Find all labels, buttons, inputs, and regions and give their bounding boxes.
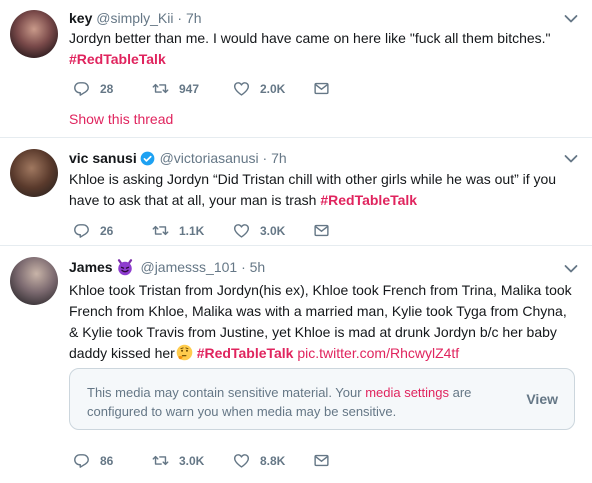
tweet-3[interactable]: James @jamesss_101 · 5h Khloe took Trist… — [0, 246, 592, 483]
media-settings-link[interactable]: media settings — [365, 385, 449, 400]
avatar[interactable] — [10, 257, 58, 305]
reply-button[interactable]: 86 — [73, 452, 113, 469]
retweet-button[interactable]: 947 — [152, 80, 199, 97]
caret-down-icon[interactable] — [564, 14, 578, 24]
like-icon — [233, 222, 250, 239]
reply-icon — [73, 452, 90, 469]
tweet-2[interactable]: vic sanusi @victoriasanusi · 7h Khloe is… — [0, 138, 592, 246]
user-handle[interactable]: @simply_Kii — [96, 10, 173, 26]
like-count: 3.0K — [260, 223, 286, 238]
retweet-count: 947 — [179, 81, 200, 96]
user-name[interactable]: vic sanusi — [69, 150, 137, 166]
timestamp[interactable]: 7h — [271, 150, 287, 166]
tweet-header: key @simply_Kii · 7h — [69, 9, 202, 27]
separator-dot: · — [258, 150, 272, 166]
retweet-count: 3.0K — [179, 453, 205, 468]
like-icon — [233, 80, 250, 97]
hashtag-link[interactable]: #RedTableTalk — [69, 51, 166, 67]
tweet-header: vic sanusi @victoriasanusi · 7h — [69, 149, 287, 167]
message-icon — [313, 222, 330, 239]
user-handle[interactable]: @jamesss_101 — [140, 259, 237, 275]
reply-icon — [73, 80, 90, 97]
separator-dot: · — [173, 10, 186, 26]
message-button[interactable] — [313, 222, 330, 239]
message-icon — [313, 80, 330, 97]
reply-icon — [73, 222, 90, 239]
avatar[interactable] — [10, 10, 58, 58]
separator-dot: · — [237, 259, 250, 275]
message-button[interactable] — [313, 452, 330, 469]
like-button[interactable]: 3.0K — [233, 222, 285, 239]
retweet-icon — [152, 222, 169, 239]
tweet-body-text: Khloe is asking Jordyn “Did Tristan chil… — [69, 171, 557, 208]
verified-icon — [140, 151, 155, 166]
tweet-text: Khloe took Tristan from Jordyn(his ex), … — [69, 280, 579, 364]
retweet-icon — [152, 452, 169, 469]
like-button[interactable]: 8.8K — [233, 452, 285, 469]
show-thread-link[interactable]: Show this thread — [69, 111, 173, 127]
retweet-icon — [152, 80, 169, 97]
user-handle[interactable]: @victoriasanusi — [160, 150, 259, 166]
reply-button[interactable]: 28 — [73, 80, 113, 97]
retweet-button[interactable]: 1.1K — [152, 222, 204, 239]
reply-button[interactable]: 26 — [73, 222, 113, 239]
message-button[interactable] — [313, 80, 330, 97]
tweet-header: James @jamesss_101 · 5h — [69, 258, 265, 276]
view-button[interactable]: View — [526, 391, 558, 407]
hashtag-link[interactable]: #RedTableTalk — [320, 192, 417, 208]
message-icon — [313, 452, 330, 469]
reply-count: 26 — [100, 223, 114, 238]
thinking-emoji-icon — [176, 344, 193, 361]
hashtag-link[interactable]: #RedTableTalk — [197, 345, 294, 361]
sensitive-media-notice: This media may contain sensitive materia… — [69, 368, 575, 430]
like-icon — [233, 452, 250, 469]
caret-down-icon[interactable] — [564, 264, 578, 274]
user-name[interactable]: key — [69, 10, 92, 26]
notice-text-before: This media may contain sensitive materia… — [87, 385, 366, 400]
notice-text: This media may contain sensitive materia… — [87, 383, 507, 421]
avatar[interactable] — [10, 149, 58, 197]
tweet-text: Jordyn better than me. I would have came… — [69, 28, 579, 70]
tweet-1[interactable]: key @simply_Kii · 7h Jordyn better than … — [0, 0, 592, 138]
timestamp[interactable]: 5h — [250, 259, 266, 275]
like-count: 8.8K — [260, 453, 286, 468]
timestamp[interactable]: 7h — [186, 10, 202, 26]
like-button[interactable]: 2.0K — [233, 80, 285, 97]
like-count: 2.0K — [260, 81, 286, 96]
devil-emoji-icon — [117, 259, 132, 276]
reply-count: 28 — [100, 81, 114, 96]
tweet-body-text: Jordyn better than me. I would have came… — [69, 30, 551, 46]
user-name[interactable]: James — [69, 259, 113, 275]
pic-link[interactable]: pic.twitter.com/RhcwylZ4tf — [297, 345, 459, 361]
caret-down-icon[interactable] — [564, 154, 578, 164]
retweet-button[interactable]: 3.0K — [152, 452, 204, 469]
reply-count: 86 — [100, 453, 114, 468]
tweet-text: Khloe is asking Jordyn “Did Tristan chil… — [69, 169, 579, 211]
retweet-count: 1.1K — [179, 223, 205, 238]
